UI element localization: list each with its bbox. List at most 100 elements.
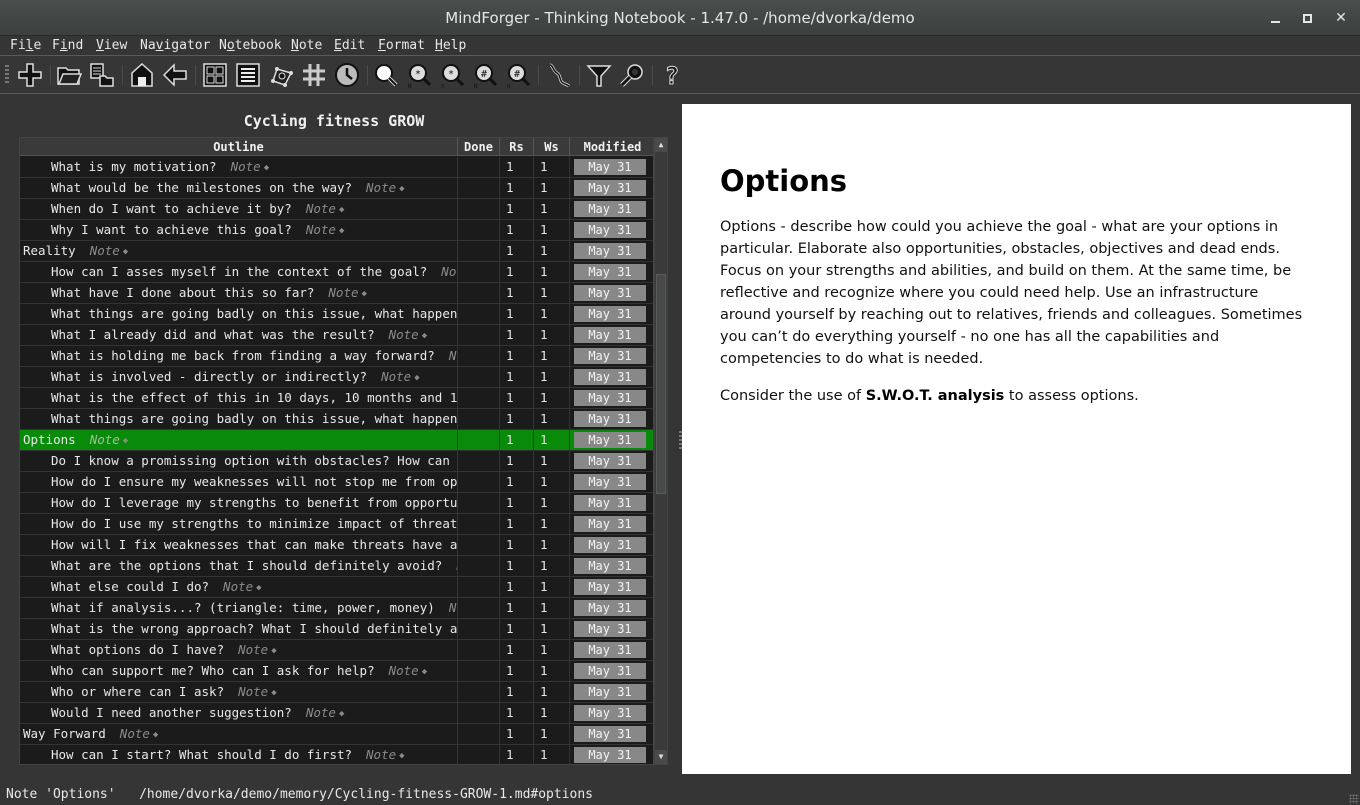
- done-cell: [458, 556, 500, 576]
- maximize-button[interactable]: [1297, 8, 1317, 28]
- outline-row[interactable]: Who or where can I ask? Note ◆ 1 1 May 31: [20, 682, 653, 703]
- menu-item[interactable]: Find: [52, 38, 83, 53]
- menu-item[interactable]: Note: [291, 38, 322, 53]
- outline-row[interactable]: What options do I have? Note ◆ 1 1 May 31: [20, 640, 653, 661]
- writes-cell: 1: [534, 304, 570, 324]
- find-note-by-tag-button[interactable]: # n: [504, 61, 532, 90]
- toolbar-grip-handle[interactable]: [5, 65, 9, 85]
- find-fts-button[interactable]: [372, 61, 400, 89]
- outline-row[interactable]: What if analysis...? (triangle: time, po…: [20, 598, 653, 619]
- outline-row[interactable]: When do I want to achieve it by? Note ◆ 1 1 M…: [20, 199, 653, 220]
- outline-cell: What is my motivation? Note ◆: [20, 157, 458, 177]
- note-title: How will I fix weaknesses that can make …: [51, 537, 458, 552]
- menu-item[interactable]: Edit: [334, 38, 365, 53]
- modified-cell: May 31: [570, 598, 653, 618]
- outline-row[interactable]: What is involved - directly or indirectl…: [20, 367, 653, 388]
- svg-text:#: #: [514, 69, 520, 80]
- outline-row[interactable]: Why I want to achieve this goal? Note ◆ 1 1 M…: [20, 220, 653, 241]
- scroll-down-button[interactable]: ▼: [655, 750, 667, 764]
- menu-item[interactable]: Help: [435, 38, 466, 53]
- note-title: What have I done about this so far?: [51, 285, 315, 300]
- outline-row[interactable]: How can I start? What should I do first?…: [20, 745, 653, 764]
- preferences-button[interactable]: [618, 61, 646, 89]
- outline-row[interactable]: Do I know a promissing option with obsta…: [20, 451, 653, 472]
- menu-item[interactable]: Format: [378, 38, 425, 53]
- outline-row[interactable]: Reality Note ◆ 1 1 May 31: [20, 241, 653, 262]
- column-header-rs[interactable]: Rs: [500, 138, 534, 156]
- notebooks-view-button[interactable]: [201, 61, 229, 89]
- outline-row[interactable]: What is holding me back from finding a w…: [20, 346, 653, 367]
- filter-button[interactable]: [585, 61, 613, 89]
- find-note-by-name-button[interactable]: * n: [438, 61, 466, 90]
- outline-row[interactable]: What things are going badly on this issu…: [20, 409, 653, 430]
- column-header-modified[interactable]: Modified: [570, 138, 653, 156]
- help-button[interactable]: ?: [658, 61, 686, 91]
- outline-cell: Options Note ◆: [20, 430, 458, 450]
- menu-item[interactable]: File: [10, 38, 41, 53]
- outline-row[interactable]: How do I ensure my weaknesses will not s…: [20, 472, 653, 493]
- outline-row[interactable]: What are the options that I should defin…: [20, 556, 653, 577]
- find-notebook-by-name-button[interactable]: * N: [405, 61, 433, 90]
- outline-row[interactable]: What things are going badly on this issu…: [20, 304, 653, 325]
- outline-row[interactable]: Who can support me? Who can I ask for he…: [20, 661, 653, 682]
- done-cell: [458, 598, 500, 618]
- note-type-label: Note: [223, 579, 254, 594]
- outline-row[interactable]: Options Note ◆ 1 1 May 31: [20, 430, 653, 451]
- recent-notes-button[interactable]: [333, 61, 361, 89]
- outline-row[interactable]: Way Forward Note ◆ 1 1 May 31: [20, 724, 653, 745]
- tags-button[interactable]: [300, 61, 328, 89]
- modified-cell: May 31: [570, 535, 653, 555]
- column-header-done[interactable]: Done: [458, 138, 500, 156]
- home-button[interactable]: [128, 61, 156, 89]
- outline-row[interactable]: What I already did and what was the resu…: [20, 325, 653, 346]
- window-title: MindForger - Thinking Notebook - 1.47.0 …: [445, 9, 915, 27]
- diamond-icon: ◆: [338, 226, 345, 236]
- back-button[interactable]: [161, 61, 189, 89]
- menu-label: dit: [341, 38, 366, 53]
- outline-row[interactable]: What is the wrong approach? What I shoul…: [20, 619, 653, 640]
- note-heading: Options: [720, 164, 848, 198]
- minimize-button[interactable]: [1266, 8, 1286, 28]
- reads-cell: 1: [500, 493, 534, 513]
- menu-item[interactable]: View: [96, 38, 127, 53]
- scrollbar-thumb[interactable]: [656, 274, 666, 494]
- find-notebook-by-tag-button[interactable]: # N: [471, 61, 499, 90]
- recent-clock-icon: [335, 63, 359, 87]
- outline-row[interactable]: What have I done about this so far? Note ◆…: [20, 283, 653, 304]
- done-cell: [458, 346, 500, 366]
- knowledge-graph-button[interactable]: [267, 61, 295, 89]
- new-note-button[interactable]: [16, 61, 44, 89]
- open-notebooks-button[interactable]: [88, 61, 116, 89]
- reads-cell: 1: [500, 157, 534, 177]
- outline-row[interactable]: Would I need another suggestion? Note ◆ 1 1 M…: [20, 703, 653, 724]
- done-cell: [458, 304, 500, 324]
- modified-badge: May 31: [574, 726, 646, 742]
- column-header-ws[interactable]: Ws: [534, 138, 570, 156]
- writes-cell: 1: [534, 472, 570, 492]
- reads-cell: 1: [500, 388, 534, 408]
- open-repository-button[interactable]: [55, 61, 83, 89]
- close-button[interactable]: ✕: [1331, 8, 1351, 28]
- find-fts-icon: [375, 64, 398, 87]
- outline-scrollbar[interactable]: ▲ ▼: [654, 137, 668, 765]
- column-header-outline[interactable]: Outline: [20, 138, 458, 156]
- outline-cell: What is involved - directly or indirectl…: [20, 367, 458, 387]
- outline-row[interactable]: How do I leverage my strengths to benefi…: [20, 493, 653, 514]
- modified-badge: May 31: [574, 264, 646, 280]
- reads-cell: 1: [500, 682, 534, 702]
- outline-row[interactable]: How will I fix weaknesses that can make …: [20, 535, 653, 556]
- modified-cell: May 31: [570, 178, 653, 198]
- outline-row[interactable]: What would be the milestones on the way?…: [20, 178, 653, 199]
- outline-row[interactable]: What else could I do? Note ◆ 1 1 May 31: [20, 577, 653, 598]
- outline-row[interactable]: What is my motivation? Note ◆ 1 1 May 31: [20, 157, 653, 178]
- outline-row[interactable]: How do I use my strengths to minimize im…: [20, 514, 653, 535]
- menu-item[interactable]: Navigator: [140, 38, 210, 53]
- outline-row[interactable]: How can I asses myself in the context of…: [20, 262, 653, 283]
- think-button[interactable]: [545, 61, 573, 89]
- menu-item[interactable]: Notebook: [219, 38, 282, 53]
- resize-grip-handle[interactable]: [1349, 794, 1359, 804]
- scroll-up-button[interactable]: ▲: [655, 138, 667, 152]
- modified-cell: May 31: [570, 682, 653, 702]
- outline-view-button[interactable]: [234, 61, 262, 89]
- outline-row[interactable]: What is the effect of this in 10 days, 1…: [20, 388, 653, 409]
